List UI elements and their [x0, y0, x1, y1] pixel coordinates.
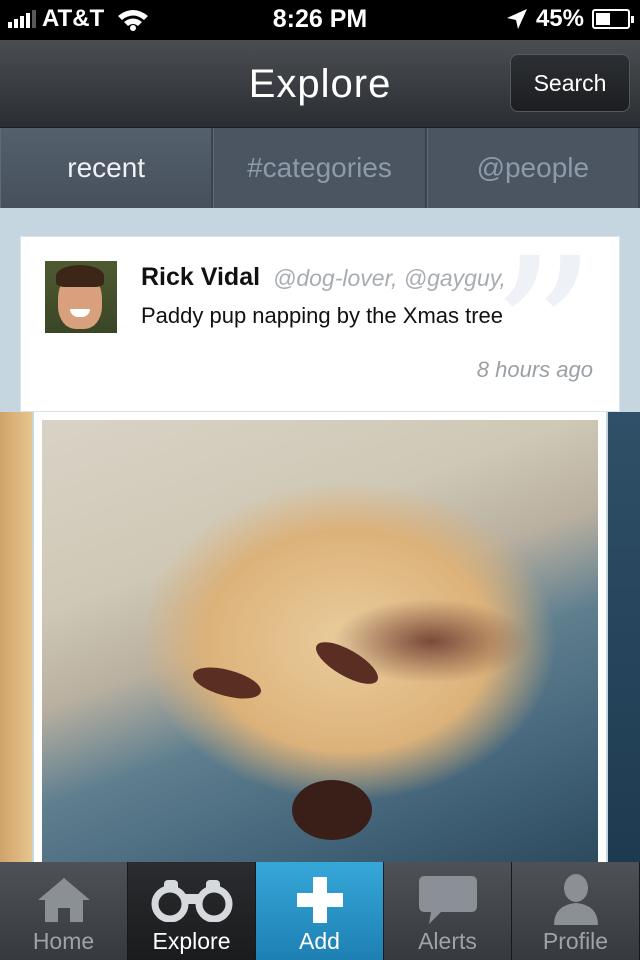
segmented-control: recent #categories @people	[0, 128, 640, 208]
battery-percent: 45%	[535, 5, 584, 32]
speech-bubble-icon	[384, 874, 511, 926]
author-name[interactable]: Rick Vidal	[141, 263, 260, 292]
avatar[interactable]	[45, 261, 117, 333]
home-icon	[0, 874, 127, 926]
tab-alerts-label: Alerts	[418, 928, 477, 954]
previous-photo-peek[interactable]	[0, 412, 32, 862]
segment-people[interactable]: @people	[426, 128, 640, 208]
tab-home-label: Home	[32, 928, 95, 954]
nav-bar: Explore Search	[0, 40, 640, 128]
plus-icon	[256, 874, 383, 926]
tab-profile-label: Profile	[542, 928, 609, 954]
post-caption: Paddy pup napping by the Xmas tree	[141, 303, 504, 328]
tab-add[interactable]: Add	[256, 862, 384, 960]
tab-add-label: Add	[299, 928, 340, 954]
tab-explore[interactable]: Explore	[128, 862, 256, 960]
status-right: 45%	[506, 5, 634, 33]
search-button[interactable]: Search	[510, 54, 630, 112]
tab-home[interactable]: Home	[0, 862, 128, 960]
tab-profile[interactable]: Profile	[512, 862, 640, 960]
segment-recent[interactable]: recent	[0, 128, 214, 208]
binoculars-icon	[128, 874, 255, 926]
tab-explore-label: Explore	[152, 928, 231, 954]
post-timestamp: 8 hours ago	[476, 357, 593, 382]
post-card[interactable]: ” Rick Vidal @dog-lover, @gayguy, Paddy …	[20, 231, 620, 441]
feed[interactable]: ” Rick Vidal @dog-lover, @gayguy, Paddy …	[0, 208, 640, 862]
tab-bar: Home Explore Add Alerts Profile	[0, 862, 640, 960]
author-tags[interactable]: @dog-lover, @gayguy,	[273, 265, 506, 292]
post-photo[interactable]	[42, 420, 598, 862]
tab-alerts[interactable]: Alerts	[384, 862, 512, 960]
battery-icon	[592, 9, 634, 29]
next-photo-peek[interactable]	[608, 412, 640, 862]
location-arrow-icon	[506, 9, 527, 29]
segment-categories[interactable]: #categories	[213, 128, 427, 208]
photo-frame[interactable]	[34, 412, 606, 862]
quote-icon: ”	[489, 213, 597, 458]
person-icon	[512, 874, 639, 926]
status-bar: AT&T 8:26 PM 45%	[0, 0, 640, 40]
